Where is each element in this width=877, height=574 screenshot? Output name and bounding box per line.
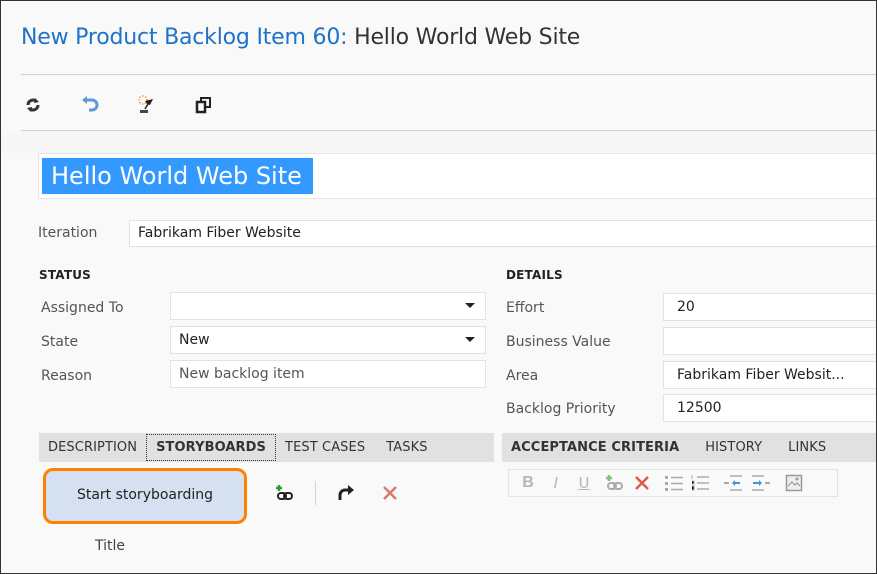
indent-icon[interactable] <box>749 472 773 494</box>
iteration-field[interactable]: Fabrikam Fiber Website <box>129 220 876 247</box>
outdent-icon[interactable] <box>721 472 745 494</box>
copy-icon[interactable] <box>192 93 216 117</box>
tab-history[interactable]: HISTORY <box>688 434 771 461</box>
chevron-down-icon <box>465 303 475 308</box>
work-item-type-id: New Product Backlog Item 60: <box>21 25 348 50</box>
effort-field[interactable]: 20 <box>663 293 876 321</box>
column-header-title: Title <box>95 538 126 554</box>
refresh-icon[interactable] <box>21 93 45 117</box>
reason-label: Reason <box>41 368 93 384</box>
form-toolbar <box>21 93 249 117</box>
tab-storyboards[interactable]: STORYBOARDS <box>146 434 277 461</box>
title-input[interactable]: Hello World Web Site <box>38 153 876 199</box>
tab-description[interactable]: DESCRIPTION <box>39 434 146 461</box>
numbered-list-icon[interactable] <box>689 472 711 494</box>
tab-links[interactable]: LINKS <box>771 434 835 461</box>
work-item-name: Hello World Web Site <box>354 25 581 50</box>
left-tab-bar: DESCRIPTION STORYBOARDS TEST CASES TASKS <box>39 433 494 462</box>
delete-icon[interactable] <box>378 481 402 505</box>
add-link-icon[interactable] <box>273 481 297 505</box>
page-title: New Product Backlog Item 60: Hello World… <box>21 25 580 50</box>
state-label: State <box>41 334 79 350</box>
assigned-to-dropdown[interactable] <box>170 292 486 320</box>
backlog-priority-label: Backlog Priority <box>506 401 616 417</box>
divider <box>21 74 876 75</box>
effort-label: Effort <box>506 300 545 316</box>
business-value-label: Business Value <box>506 334 611 350</box>
insert-image-icon[interactable] <box>783 472 805 494</box>
tab-acceptance-criteria[interactable]: ACCEPTANCE CRITERIA <box>502 434 688 461</box>
storyboard-toolbar <box>273 481 402 505</box>
italic-button[interactable]: I <box>547 472 565 494</box>
bulleted-list-icon[interactable] <box>663 472 685 494</box>
start-storyboarding-button[interactable]: Start storyboarding <box>43 468 247 524</box>
area-label: Area <box>506 368 539 384</box>
iteration-label: Iteration <box>38 225 98 241</box>
assigned-to-label: Assigned To <box>41 300 124 316</box>
state-dropdown[interactable]: New <box>170 326 486 354</box>
new-linked-item-icon[interactable] <box>135 93 159 117</box>
rich-text-toolbar: B I U <box>508 469 838 497</box>
undo-icon[interactable] <box>78 93 102 117</box>
chevron-down-icon <box>465 337 475 342</box>
business-value-field[interactable] <box>663 327 876 355</box>
reason-field[interactable]: New backlog item <box>170 360 486 388</box>
area-field[interactable]: Fabrikam Fiber Websit... <box>663 361 876 389</box>
status-heading: STATUS <box>39 268 92 282</box>
divider <box>315 481 316 505</box>
open-link-icon[interactable] <box>334 481 358 505</box>
insert-link-icon[interactable] <box>603 472 627 494</box>
backlog-priority-field[interactable]: 12500 <box>663 394 876 422</box>
bold-button[interactable]: B <box>519 472 537 494</box>
work-item-form: New Product Backlog Item 60: Hello World… <box>0 0 877 574</box>
tab-test-cases[interactable]: TEST CASES <box>276 434 374 461</box>
tab-tasks[interactable]: TASKS <box>374 434 436 461</box>
right-tab-bar: ACCEPTANCE CRITERIA HISTORY LINKS <box>502 433 876 462</box>
remove-link-icon[interactable] <box>631 472 653 494</box>
title-selected-text: Hello World Web Site <box>42 158 313 194</box>
details-heading: DETAILS <box>506 268 563 282</box>
underline-button[interactable]: U <box>575 472 593 494</box>
